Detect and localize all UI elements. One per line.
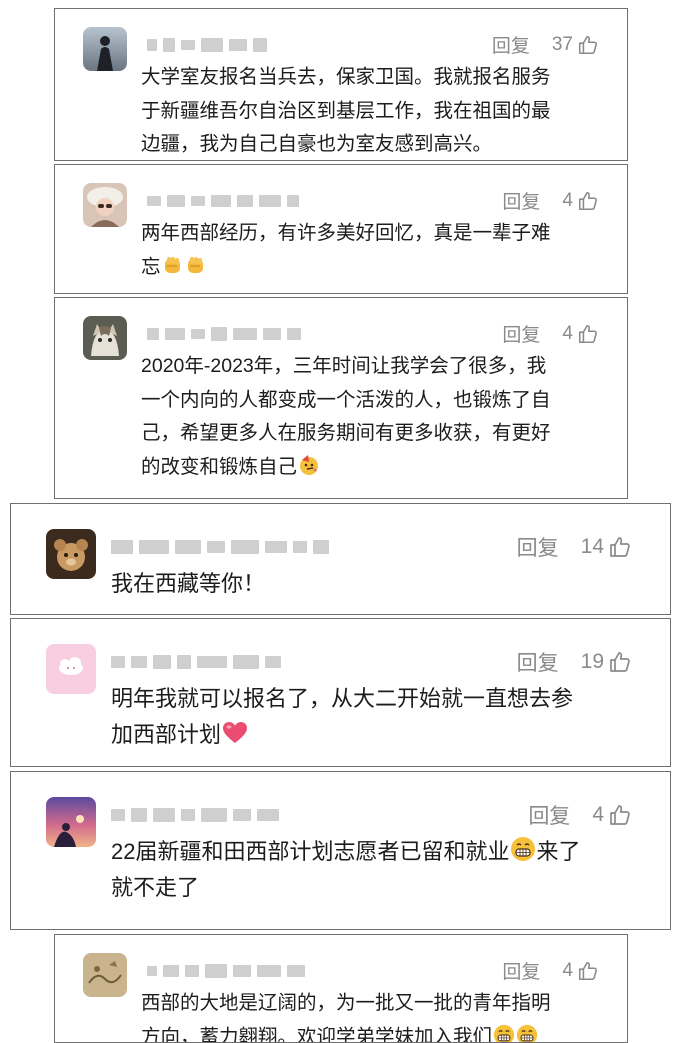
fist-emoji-icon <box>162 254 184 276</box>
reply-button[interactable]: 回复 <box>502 320 540 347</box>
comment-text: 2020年-2023年，三年时间让我学会了很多，我 一个内向的人都变成一个活泼的… <box>141 355 551 478</box>
heart-emoji-icon <box>222 721 248 745</box>
avatar-pink-cloud-icon[interactable] <box>46 644 96 694</box>
username-redacted[interactable] <box>147 962 305 980</box>
comment-card: 回复 37 大学室友报名当兵去，保家卫国。我就报名服务 于新疆维吾尔自治区到基层… <box>54 8 628 161</box>
grin-emoji-icon <box>493 1024 515 1042</box>
username-redacted[interactable] <box>147 36 267 54</box>
comment-card: 回复 4 2020年-2023年，三年时间让我学会了很多，我 一个内向的人都变成… <box>54 297 628 499</box>
reply-button[interactable]: 回复 <box>517 647 559 677</box>
comment-actions: 回复 4 <box>528 800 632 830</box>
comment-text: 我在西藏等你！ <box>111 571 266 596</box>
avatar-silhouette-sky-icon[interactable] <box>83 27 127 71</box>
comment-text: 明年我就可以报名了，从大二开始就一直想去参 加西部计划 <box>111 686 574 747</box>
thumbs-up-icon[interactable] <box>608 803 632 827</box>
comment-card: 回复 14 我在西藏等你！ <box>10 503 671 615</box>
comment-text: 大学室友报名当兵去，保家卫国。我就报名服务 于新疆维吾尔自治区到基层工作，我在祖… <box>141 66 551 155</box>
reply-button[interactable]: 回复 <box>492 31 530 58</box>
avatar-teddy-bear-icon[interactable] <box>46 529 96 579</box>
comment-actions: 回复 4 <box>502 320 599 347</box>
like-count: 19 <box>580 650 604 673</box>
username-redacted[interactable] <box>111 652 281 672</box>
thumbs-up-icon[interactable] <box>577 960 599 982</box>
thumbs-up-icon[interactable] <box>577 34 599 56</box>
comment-actions: 回复 19 <box>517 647 632 677</box>
thumbs-up-icon[interactable] <box>577 190 599 212</box>
reply-button[interactable]: 回复 <box>502 187 540 214</box>
avatar-girl-hat-icon[interactable] <box>83 183 127 227</box>
grin-emoji-icon <box>510 836 536 862</box>
username-redacted[interactable] <box>111 805 279 825</box>
avatar-sunset-icon[interactable] <box>46 797 96 847</box>
like-count: 14 <box>580 535 604 558</box>
reply-button[interactable]: 回复 <box>528 800 570 830</box>
username-redacted[interactable] <box>111 537 329 557</box>
like-count: 4 <box>562 959 573 981</box>
comment-text: 两年西部经历，有许多美好回忆，真是一辈子难 忘 <box>141 222 551 278</box>
comment-card: 回复 4 西部的大地是辽阔的，为一批又一批的青年指明 方向，蓄力翱翔。欢迎学弟学… <box>54 934 628 1043</box>
comment-card: 回复 4 22届新疆和田西部计划志愿者已留和就业 来了 就不走了 <box>10 771 671 930</box>
avatar-sketch-icon[interactable] <box>83 953 127 997</box>
like-count: 4 <box>562 189 573 211</box>
thumbs-up-icon[interactable] <box>577 323 599 345</box>
comment-actions: 回复 4 <box>502 957 599 984</box>
thumbs-up-icon[interactable] <box>608 535 632 559</box>
comment-actions: 回复 14 <box>517 532 632 562</box>
thumbs-up-icon[interactable] <box>608 650 632 674</box>
comment-text: 22届新疆和田西部计划志愿者已留和就业 来了 就不走了 <box>111 834 656 906</box>
username-redacted[interactable] <box>147 325 301 343</box>
comment-card: 回复 4 两年西部经历，有许多美好回忆，真是一辈子难 忘 <box>54 164 628 294</box>
reply-button[interactable]: 回复 <box>502 957 540 984</box>
party-face-emoji-icon <box>298 454 320 476</box>
username-redacted[interactable] <box>147 192 299 210</box>
comment-text: 西部的大地是辽阔的，为一批又一批的青年指明 方向，蓄力翱翔。欢迎学弟学妹加入我们 <box>141 987 611 1042</box>
reply-button[interactable]: 回复 <box>517 532 559 562</box>
like-count: 4 <box>562 322 573 344</box>
like-count: 37 <box>551 33 573 55</box>
comment-actions: 回复 4 <box>502 187 599 214</box>
comment-card: 回复 19 明年我就可以报名了，从大二开始就一直想去参 加西部计划 <box>10 618 671 767</box>
avatar-cat-icon[interactable] <box>83 316 127 360</box>
grin-emoji-icon <box>516 1024 538 1042</box>
like-count: 4 <box>592 803 604 826</box>
comment-actions: 回复 37 <box>492 31 599 58</box>
fist-emoji-icon <box>185 254 207 276</box>
